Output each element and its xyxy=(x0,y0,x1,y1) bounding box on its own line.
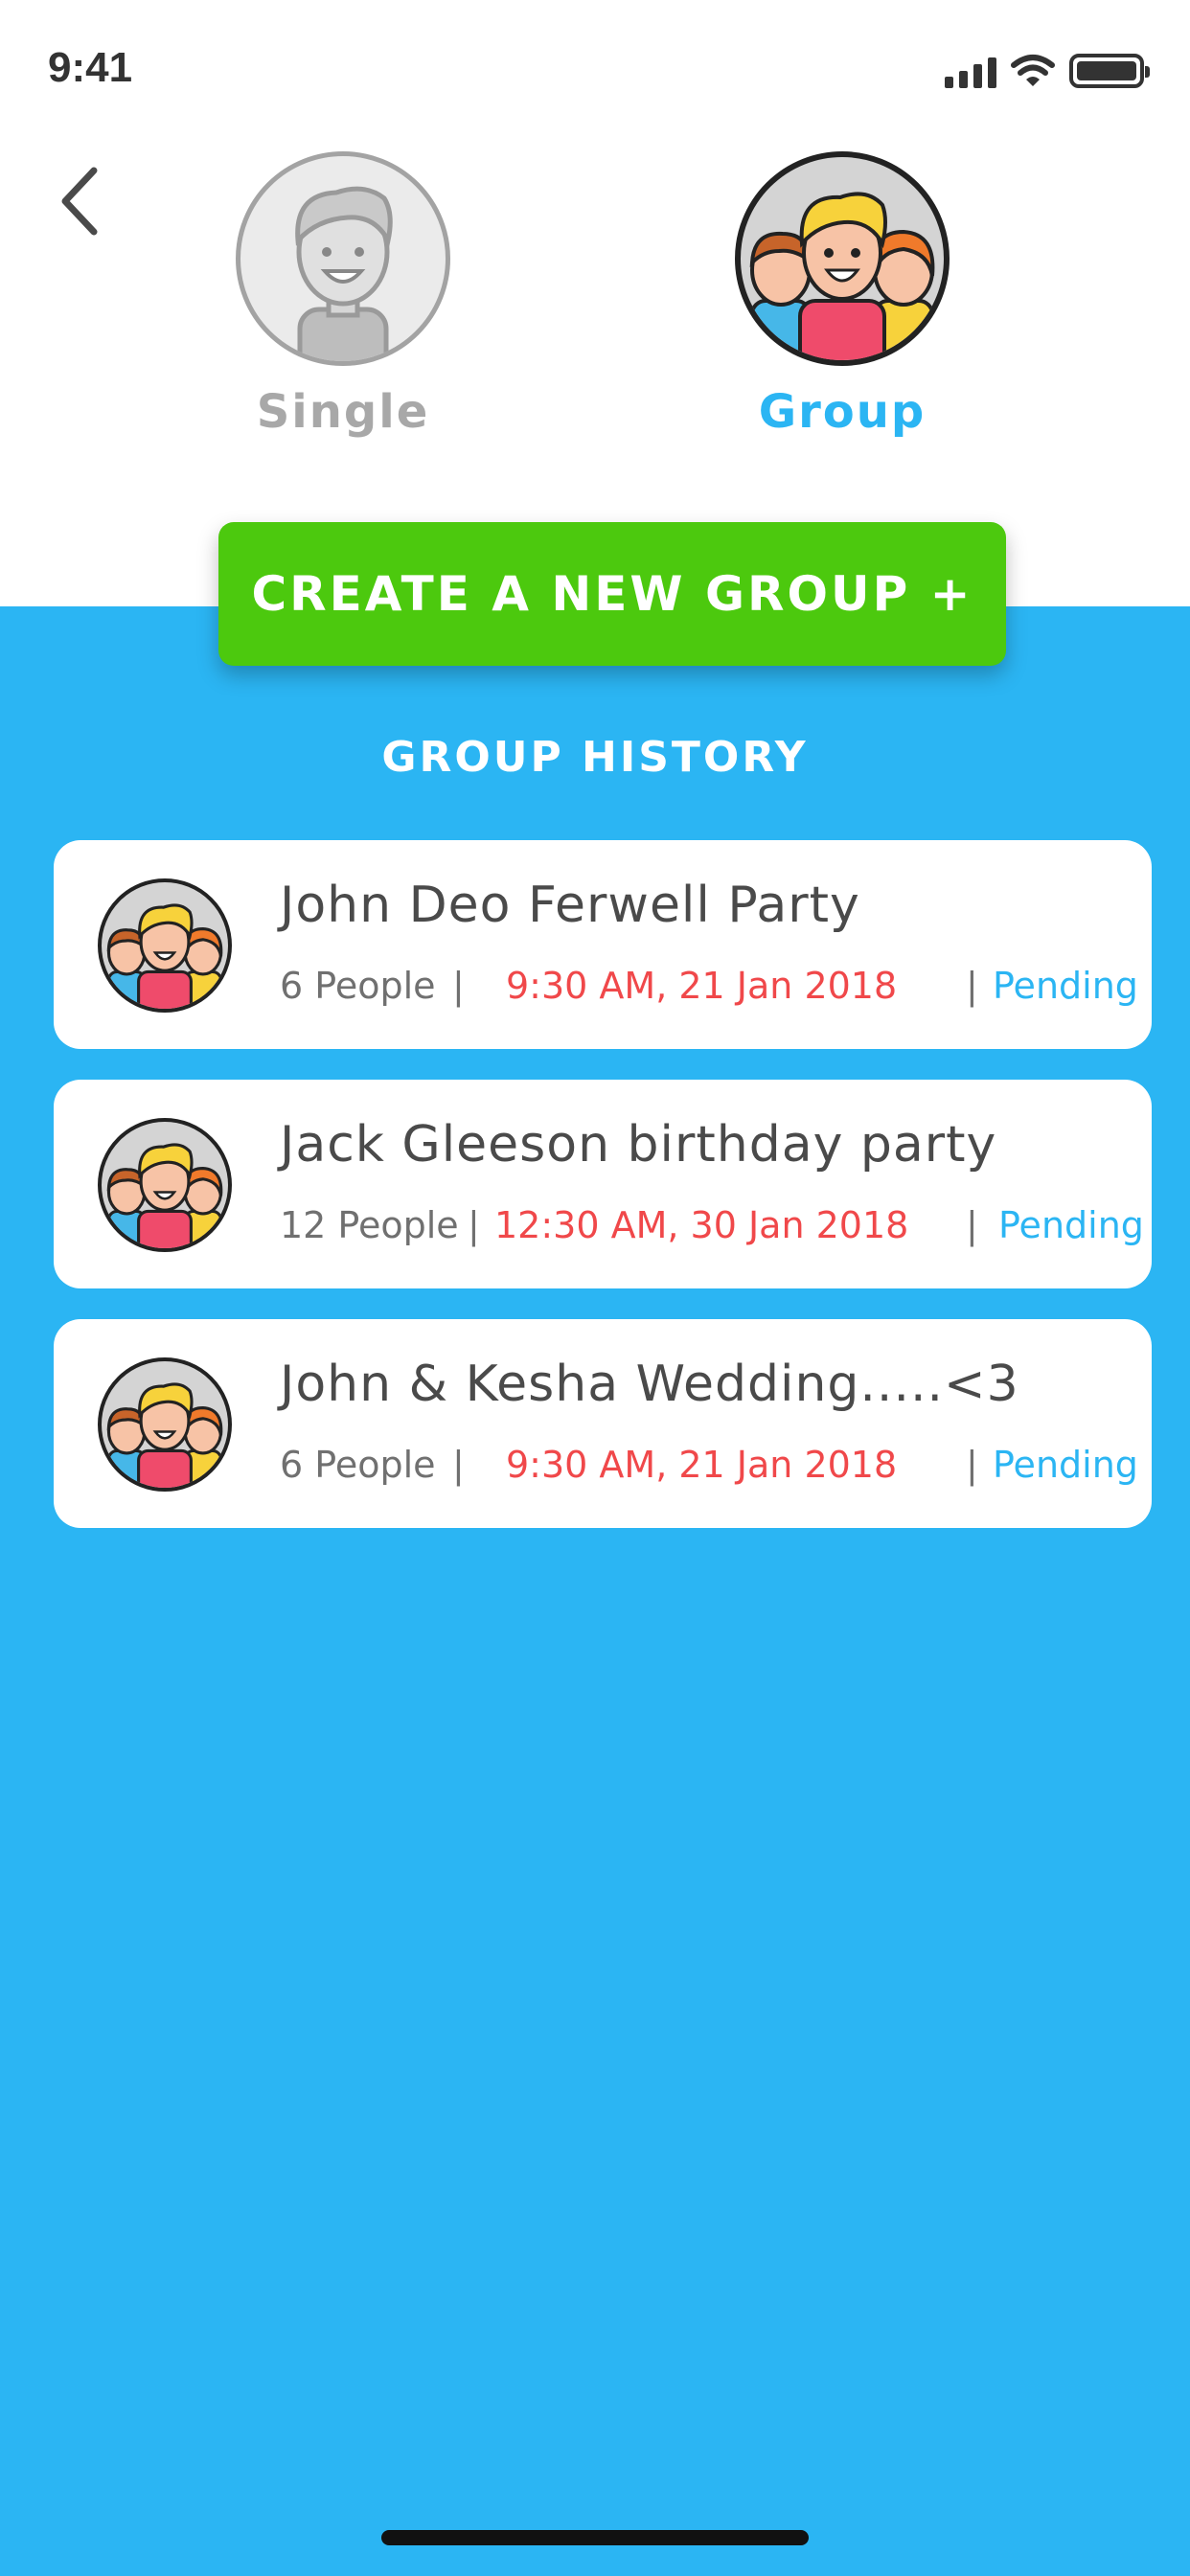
status-label: Pending xyxy=(993,1444,1138,1486)
separator: | xyxy=(966,965,978,1007)
status-label: Pending xyxy=(998,1204,1144,1246)
history-item[interactable]: Jack Gleeson birthday party 12 People | … xyxy=(54,1080,1152,1288)
home-indicator[interactable] xyxy=(381,2530,809,2545)
mode-single-option[interactable]: Single xyxy=(233,151,453,439)
history-item-title: John & Kesha Wedding.....<3 xyxy=(280,1356,1019,1413)
separator: | xyxy=(452,965,465,1007)
history-item[interactable]: John Deo Ferwell Party 6 People | 9:30 A… xyxy=(54,840,1152,1049)
mode-single-label: Single xyxy=(256,385,430,439)
people-count: 6 People xyxy=(280,965,436,1007)
header-area xyxy=(0,0,1190,606)
history-item[interactable]: John & Kesha Wedding.....<3 6 People | 9… xyxy=(54,1319,1152,1528)
cellular-signal-icon xyxy=(945,56,996,88)
history-item-meta: 6 People | 9:30 AM, 21 Jan 2018 | Pendin… xyxy=(280,1444,1138,1492)
separator: | xyxy=(452,1444,465,1486)
history-item-meta: 6 People | 9:30 AM, 21 Jan 2018 | Pendin… xyxy=(280,965,1138,1013)
separator: | xyxy=(966,1444,978,1486)
separator: | xyxy=(468,1204,480,1246)
group-people-icon xyxy=(735,151,950,366)
group-avatar-icon xyxy=(98,1357,232,1492)
create-new-group-button[interactable]: CREATE A NEW GROUP + xyxy=(218,522,1006,666)
group-history-heading: GROUP HISTORY xyxy=(381,733,809,782)
people-count: 12 People xyxy=(280,1204,459,1246)
wifi-icon xyxy=(1011,55,1055,86)
group-avatar-icon xyxy=(98,878,232,1013)
history-item-title: Jack Gleeson birthday party xyxy=(280,1116,997,1174)
back-chevron-icon[interactable] xyxy=(54,163,111,239)
event-datetime: 9:30 AM, 21 Jan 2018 xyxy=(506,965,898,1007)
group-avatar-icon xyxy=(98,1118,232,1252)
status-icons xyxy=(945,54,1150,88)
people-count: 6 People xyxy=(280,1444,436,1486)
mode-group-option[interactable]: Group xyxy=(732,151,952,439)
single-person-icon xyxy=(236,151,450,366)
event-datetime: 12:30 AM, 30 Jan 2018 xyxy=(494,1204,909,1246)
history-item-title: John Deo Ferwell Party xyxy=(280,877,860,934)
separator: | xyxy=(966,1204,978,1246)
status-time: 9:41 xyxy=(48,44,133,91)
status-label: Pending xyxy=(993,965,1138,1007)
event-datetime: 9:30 AM, 21 Jan 2018 xyxy=(506,1444,898,1486)
mode-group-label: Group xyxy=(758,385,927,439)
history-item-meta: 12 People | 12:30 AM, 30 Jan 2018 | Pend… xyxy=(280,1204,1144,1252)
group-history-list: John Deo Ferwell Party 6 People | 9:30 A… xyxy=(54,840,1152,1559)
battery-icon xyxy=(1069,54,1150,88)
